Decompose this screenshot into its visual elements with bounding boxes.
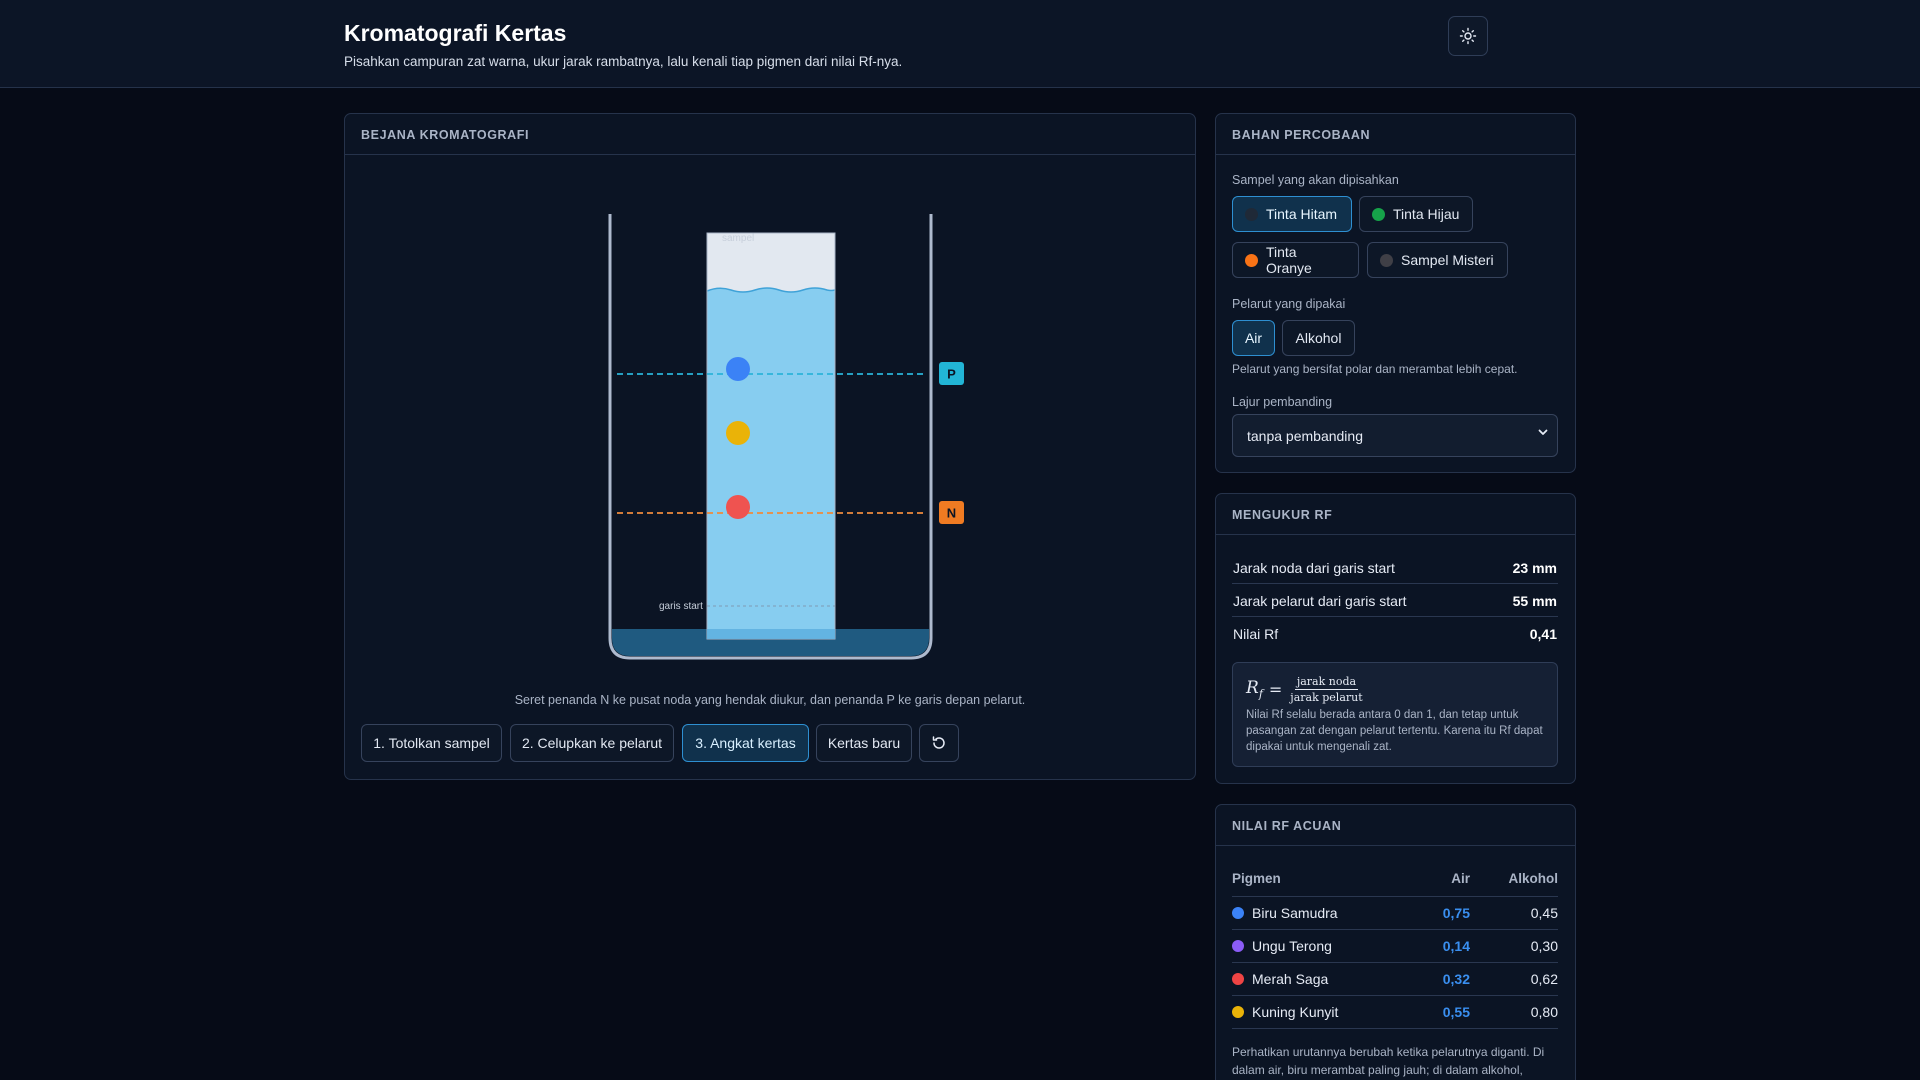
sun-icon (1459, 27, 1477, 45)
solvent-hint: Pelarut yang bersifat polar dan merambat… (1232, 362, 1518, 376)
vessel-panel: BEJANA KROMATOGRAFI garis start sampel P… (344, 113, 1196, 780)
formula-note: Nilai Rf selalu berada antara 0 dan 1, d… (1246, 709, 1543, 753)
compare-lane-select[interactable]: tanpa pembanding (1232, 414, 1558, 457)
compare-lane-value: tanpa pembanding (1247, 428, 1363, 444)
marker-n-handle[interactable]: N (939, 501, 964, 524)
column-header-pigmen: Pigmen (1232, 871, 1281, 886)
color-swatch (1232, 1006, 1244, 1018)
new-paper-button[interactable]: Kertas baru (816, 724, 912, 762)
page-subtitle: Pisahkan campuran zat warna, ukur jarak … (344, 54, 903, 69)
sample-chip-tinta-hitam[interactable]: Tinta Hitam (1232, 196, 1352, 232)
spot-biru (726, 357, 750, 381)
color-swatch (1245, 207, 1258, 221)
measure-row-solvent-distance: Jarak pelarut dari garis start 55 mm (1232, 584, 1558, 617)
rf-alkohol-value: 0,62 (1530, 971, 1558, 987)
spot-kuning (726, 421, 750, 445)
sample-chip-label: Tinta Oranye (1265, 244, 1312, 276)
rf-air-value: 0,75 (1442, 905, 1470, 921)
measure-rf-panel: MENGUKUR RF Jarak noda dari garis start … (1215, 493, 1576, 784)
rf-air-value: 0,14 (1442, 938, 1470, 954)
measure-panel-title: MENGUKUR RF (1216, 494, 1575, 535)
solvent-section-label: Pelarut yang dipakai (1232, 297, 1346, 311)
marker-n-label: N (947, 506, 956, 521)
color-swatch (1232, 907, 1244, 919)
dip-solvent-button[interactable]: 2. Celupkan ke pelarut (510, 724, 674, 762)
reset-icon (932, 736, 945, 749)
solvent-chip-alkohol[interactable]: Alkohol (1282, 320, 1355, 356)
sample-chip-label: Tinta Hijau (1393, 206, 1460, 222)
color-swatch (1372, 207, 1385, 221)
chevron-down-icon (1538, 429, 1548, 435)
formula-equals: = (1268, 680, 1283, 699)
materials-panel: BAHAN PERCOBAAN Sampel yang akan dipisah… (1215, 113, 1576, 473)
measure-value: 55 mm (1512, 593, 1557, 609)
solvent-chip-air[interactable]: Air (1232, 320, 1275, 356)
reference-table: Pigmen Air Alkohol Biru Samudra 0,75 0,4… (1232, 863, 1558, 1029)
theme-toggle-button[interactable] (1448, 16, 1488, 56)
formula-subscript: f (1258, 687, 1263, 701)
sample-chip-tinta-oranye[interactable]: Tinta Oranye (1232, 242, 1359, 278)
table-row: Merah Saga 0,32 0,62 (1232, 963, 1558, 996)
start-line-label: garis start (659, 601, 703, 612)
sample-section-label: Sampel yang akan dipisahkan (1232, 173, 1399, 187)
reference-note: Perhatikan urutannya berubah ketika pela… (1232, 1045, 1545, 1077)
color-swatch (1245, 253, 1258, 267)
vessel-panel-title: BEJANA KROMATOGRAFI (345, 114, 1195, 155)
rf-alkohol-value: 0,45 (1530, 905, 1558, 921)
color-swatch (1380, 253, 1393, 267)
reference-panel-title: NILAI RF ACUAN (1216, 805, 1575, 846)
measure-label: Nilai Rf (1233, 626, 1279, 642)
table-header: Pigmen Air Alkohol (1232, 863, 1558, 897)
lift-paper-button[interactable]: 3. Angkat kertas (682, 724, 809, 762)
measure-row-rf-value: Nilai Rf 0,41 (1232, 617, 1558, 650)
drag-instruction: Seret penanda N ke pusat noda yang henda… (514, 693, 1026, 707)
rf-air-value: 0,32 (1442, 971, 1470, 987)
pigment-name: Ungu Terong (1252, 938, 1332, 954)
paper-submerged (707, 629, 835, 639)
sample-label: sampel (722, 233, 754, 244)
formula-numerator: jarak noda (1294, 675, 1359, 690)
color-swatch (1232, 973, 1244, 985)
pigment-name: Merah Saga (1252, 971, 1329, 987)
chromatography-vessel: garis start sampel P N (345, 156, 1195, 716)
paper-wet-region (707, 288, 835, 639)
rf-formula: Rf = jarak noda jarak pelarut (1246, 675, 1365, 704)
page-title: Kromatografi Kertas (344, 20, 567, 46)
formula-denominator: jarak pelarut (1290, 691, 1363, 704)
reset-button[interactable] (919, 724, 959, 762)
column-header-alkohol: Alkohol (1508, 871, 1559, 886)
spot-merah (726, 495, 750, 519)
table-row: Ungu Terong 0,14 0,30 (1232, 930, 1558, 963)
measure-label: Jarak pelarut dari garis start (1233, 593, 1407, 609)
pigment-name: Biru Samudra (1252, 905, 1338, 921)
color-swatch (1232, 940, 1244, 952)
table-row: Biru Samudra 0,75 0,45 (1232, 897, 1558, 930)
top-bar: Kromatografi Kertas Pisahkan campuran za… (0, 0, 1920, 88)
measure-label: Jarak noda dari garis start (1233, 560, 1395, 576)
pigment-name: Kuning Kunyit (1252, 1004, 1339, 1020)
sample-chip-tinta-hijau[interactable]: Tinta Hijau (1359, 196, 1473, 232)
sample-chip-label: Tinta Hitam (1266, 206, 1338, 222)
measure-value: 23 mm (1512, 560, 1557, 576)
marker-p-handle[interactable]: P (939, 362, 964, 385)
sample-chip-label: Sampel Misteri (1401, 252, 1494, 268)
measure-row-spot-distance: Jarak noda dari garis start 23 mm (1232, 551, 1558, 584)
measure-value: 0,41 (1529, 626, 1557, 642)
column-header-air: Air (1451, 871, 1470, 886)
reference-rf-panel: NILAI RF ACUAN Pigmen Air Alkohol Biru S… (1215, 804, 1576, 1080)
sample-chip-sampel-misteri[interactable]: Sampel Misteri (1367, 242, 1508, 278)
rf-air-value: 0,55 (1442, 1004, 1470, 1020)
formula-fraction: jarak noda jarak pelarut (1288, 675, 1364, 704)
formula-symbol: R (1246, 678, 1259, 699)
rf-alkohol-value: 0,30 (1530, 938, 1558, 954)
marker-p-label: P (947, 367, 956, 382)
compare-section-label: Lajur pembanding (1232, 395, 1333, 409)
spot-sample-button[interactable]: 1. Totolkan sampel (361, 724, 502, 762)
table-row: Kuning Kunyit 0,55 0,80 (1232, 996, 1558, 1029)
rf-formula-box: Rf = jarak noda jarak pelarut Nilai Rf s… (1232, 662, 1558, 767)
rf-alkohol-value: 0,80 (1530, 1004, 1558, 1020)
materials-panel-title: BAHAN PERCOBAAN (1216, 114, 1575, 155)
